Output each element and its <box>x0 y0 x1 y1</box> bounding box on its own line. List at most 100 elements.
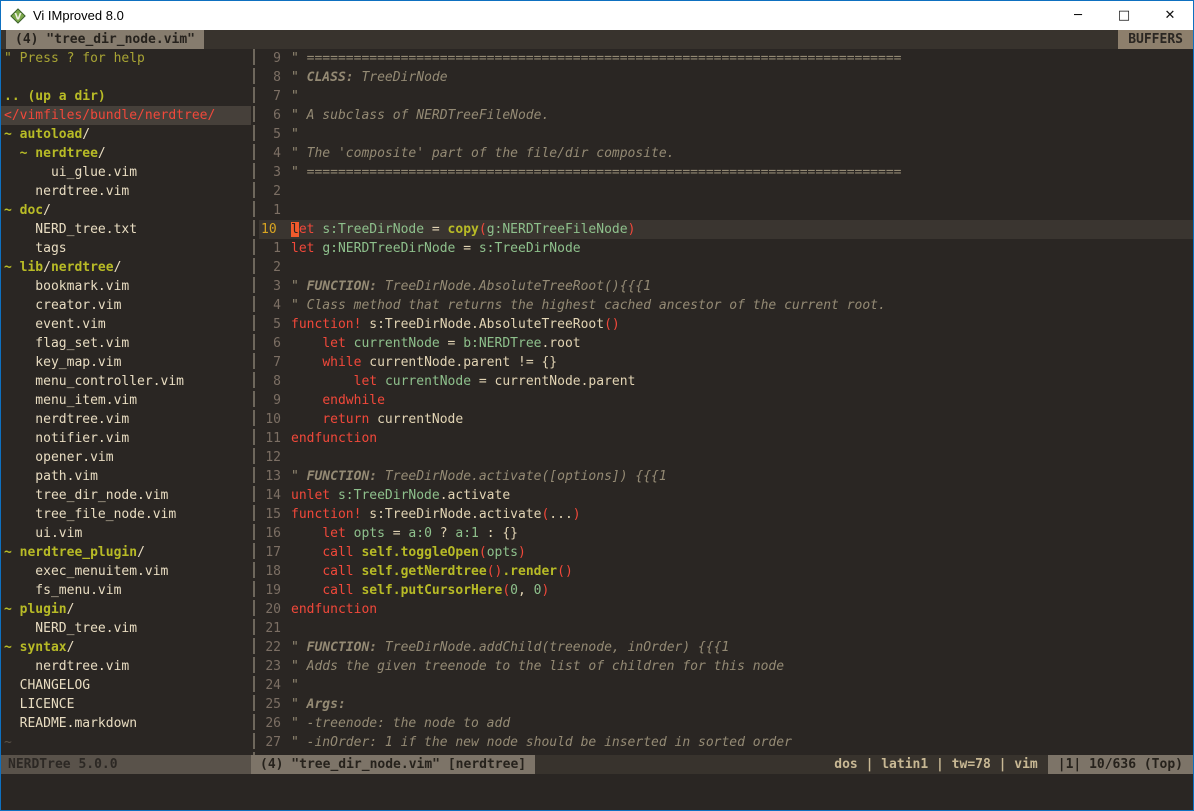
editor-line[interactable]: 1let g:NERDTreeDirNode = s:TreeDirNode <box>259 239 1193 258</box>
nerdtree-line[interactable]: ~ lib/nerdtree/ <box>1 258 251 277</box>
nerdtree-line[interactable]: ~ autoload/ <box>1 125 251 144</box>
nerdtree-line[interactable]: nerdtree.vim <box>1 657 251 676</box>
nerdtree-line[interactable]: fs_menu.vim <box>1 581 251 600</box>
editor-line[interactable]: 15function! s:TreeDirNode.activate(...) <box>259 505 1193 524</box>
nerdtree-line[interactable]: ~ doc/ <box>1 201 251 220</box>
editor-line[interactable]: 4" Class method that returns the highest… <box>259 296 1193 315</box>
editor-line[interactable]: 11endfunction <box>259 429 1193 448</box>
editor-line[interactable]: 23" Adds the given treenode to the list … <box>259 657 1193 676</box>
text-segment: " <box>291 697 307 712</box>
editor-line[interactable]: 5" <box>259 125 1193 144</box>
code-text: while currentNode.parent != {} <box>281 353 557 372</box>
nerdtree-line[interactable]: tree_dir_node.vim <box>1 486 251 505</box>
text-segment: currentNode <box>354 336 440 351</box>
nerdtree-line[interactable]: README.markdown <box>1 714 251 733</box>
editor-line[interactable]: 22" FUNCTION: TreeDirNode.addChild(treen… <box>259 638 1193 657</box>
nerdtree-line[interactable]: nerdtree.vim <box>1 182 251 201</box>
editor-line[interactable]: 12 <box>259 448 1193 467</box>
nerdtree-line[interactable]: exec_menuitem.vim <box>1 562 251 581</box>
code-text: let currentNode = currentNode.parent <box>281 372 635 391</box>
nerdtree-line[interactable]: menu_item.vim <box>1 391 251 410</box>
nerdtree-line[interactable]: LICENCE <box>1 695 251 714</box>
nerdtree-line[interactable]: ~ plugin/ <box>1 600 251 619</box>
close-button[interactable]: ✕ <box>1147 1 1193 30</box>
text-segment: s:TreeDirNode <box>479 241 581 256</box>
editor-line[interactable]: 9" =====================================… <box>259 49 1193 68</box>
window-separator[interactable] <box>251 49 259 755</box>
editor-line[interactable]: 3" FUNCTION: TreeDirNode.AbsoluteTreeRoo… <box>259 277 1193 296</box>
editor-line[interactable]: 8 let currentNode = currentNode.parent <box>259 372 1193 391</box>
code-text: call self.toggleOpen(opts) <box>281 543 526 562</box>
text-segment: Args: <box>307 697 346 712</box>
text-segment <box>346 526 354 541</box>
nerdtree-help-line[interactable]: " Press ? for help <box>1 49 251 68</box>
text-segment: " <box>291 89 299 104</box>
nerdtree-line[interactable]: key_map.vim <box>1 353 251 372</box>
text-segment: ) <box>518 545 526 560</box>
text-segment <box>291 336 322 351</box>
editor-line[interactable]: 26" -treenode: the node to add <box>259 714 1193 733</box>
nerdtree-line[interactable]: flag_set.vim <box>1 334 251 353</box>
editor-line[interactable]: 7 while currentNode.parent != {} <box>259 353 1193 372</box>
tab-tree-dir-node[interactable]: (4) "tree_dir_node.vim" <box>6 30 204 49</box>
editor-line[interactable]: 18 call self.getNerdtree().render() <box>259 562 1193 581</box>
editor-line[interactable]: 2 <box>259 182 1193 201</box>
minimize-button[interactable]: ─ <box>1055 1 1101 30</box>
editor-line[interactable]: 24" <box>259 676 1193 695</box>
editor-line[interactable]: 6 let currentNode = b:NERDTree.root <box>259 334 1193 353</box>
nerdtree-line[interactable]: ~ nerdtree_plugin/ <box>1 543 251 562</box>
text-segment: tags <box>4 241 67 256</box>
nerdtree-line[interactable]: notifier.vim <box>1 429 251 448</box>
nerdtree-line[interactable]: bookmark.vim <box>1 277 251 296</box>
nerdtree-line[interactable]: opener.vim <box>1 448 251 467</box>
nerdtree-line[interactable]: creator.vim <box>1 296 251 315</box>
editor-line[interactable]: 17 call self.toggleOpen(opts) <box>259 543 1193 562</box>
nerdtree-line[interactable]: event.vim <box>1 315 251 334</box>
editor-line-current[interactable]: 10let s:TreeDirNode = copy(g:NERDTreeFil… <box>259 220 1193 239</box>
nerdtree-line[interactable]: NERD_tree.vim <box>1 619 251 638</box>
editor-line[interactable]: 3" =====================================… <box>259 163 1193 182</box>
text-segment: call <box>322 583 353 598</box>
editor-line[interactable]: 27" -inOrder: 1 if the new node should b… <box>259 733 1193 752</box>
editor-line[interactable]: 19 call self.putCursorHere(0, 0) <box>259 581 1193 600</box>
nerdtree-line[interactable]: menu_controller.vim <box>1 372 251 391</box>
text-segment: " The 'composite' part of the file/dir c… <box>291 146 675 161</box>
nerdtree-line[interactable]: ui_glue.vim <box>1 163 251 182</box>
nerdtree-line[interactable]: path.vim <box>1 467 251 486</box>
command-line[interactable] <box>1 774 1193 810</box>
line-number: 21 <box>259 619 281 638</box>
nerdtree-line[interactable]: CHANGELOG <box>1 676 251 695</box>
nerdtree-line[interactable]: ui.vim <box>1 524 251 543</box>
code-text <box>281 201 291 220</box>
editor-line[interactable]: 6" A subclass of NERDTreeFileNode. <box>259 106 1193 125</box>
editor-line[interactable]: 2 <box>259 258 1193 277</box>
empty-buffer-tilde[interactable]: ~ <box>1 733 251 752</box>
editor-line[interactable]: 21 <box>259 619 1193 638</box>
editor-line[interactable]: 4" The 'composite' part of the file/dir … <box>259 144 1193 163</box>
nerdtree-line[interactable]: nerdtree.vim <box>1 410 251 429</box>
editor-line[interactable]: 25" Args: <box>259 695 1193 714</box>
nerdtree-line[interactable]: NERD_tree.txt <box>1 220 251 239</box>
editor-line[interactable]: 9 endwhile <box>259 391 1193 410</box>
editor-line[interactable]: 7" <box>259 87 1193 106</box>
editor-line[interactable]: 1 <box>259 201 1193 220</box>
nerdtree-line[interactable]: tags <box>1 239 251 258</box>
code-text: " <box>281 87 299 106</box>
editor[interactable]: 9" =====================================… <box>259 49 1193 755</box>
nerdtree-sidebar[interactable]: " Press ? for help .. (up a dir)</vimfile… <box>1 49 251 755</box>
nerdtree-root[interactable]: </vimfiles/bundle/nerdtree/ <box>1 106 251 125</box>
editor-line[interactable]: 14unlet s:TreeDirNode.activate <box>259 486 1193 505</box>
editor-line[interactable]: 16 let opts = a:0 ? a:1 : {} <box>259 524 1193 543</box>
editor-line[interactable]: 8" CLASS: TreeDirNode <box>259 68 1193 87</box>
editor-line[interactable]: 13" FUNCTION: TreeDirNode.activate([opti… <box>259 467 1193 486</box>
nerdtree-line[interactable]: ~ nerdtree/ <box>1 144 251 163</box>
editor-line[interactable]: 10 return currentNode <box>259 410 1193 429</box>
active-file-status: (4) "tree_dir_node.vim" [nerdtree] <box>251 755 535 774</box>
editor-line[interactable]: 5function! s:TreeDirNode.AbsoluteTreeRoo… <box>259 315 1193 334</box>
nerdtree-up-dir[interactable]: .. (up a dir) <box>1 87 251 106</box>
maximize-button[interactable]: □ <box>1101 1 1147 30</box>
nerdtree-line[interactable]: tree_file_node.vim <box>1 505 251 524</box>
code-text: call self.getNerdtree().render() <box>281 562 573 581</box>
editor-line[interactable]: 20endfunction <box>259 600 1193 619</box>
nerdtree-line[interactable]: ~ syntax/ <box>1 638 251 657</box>
